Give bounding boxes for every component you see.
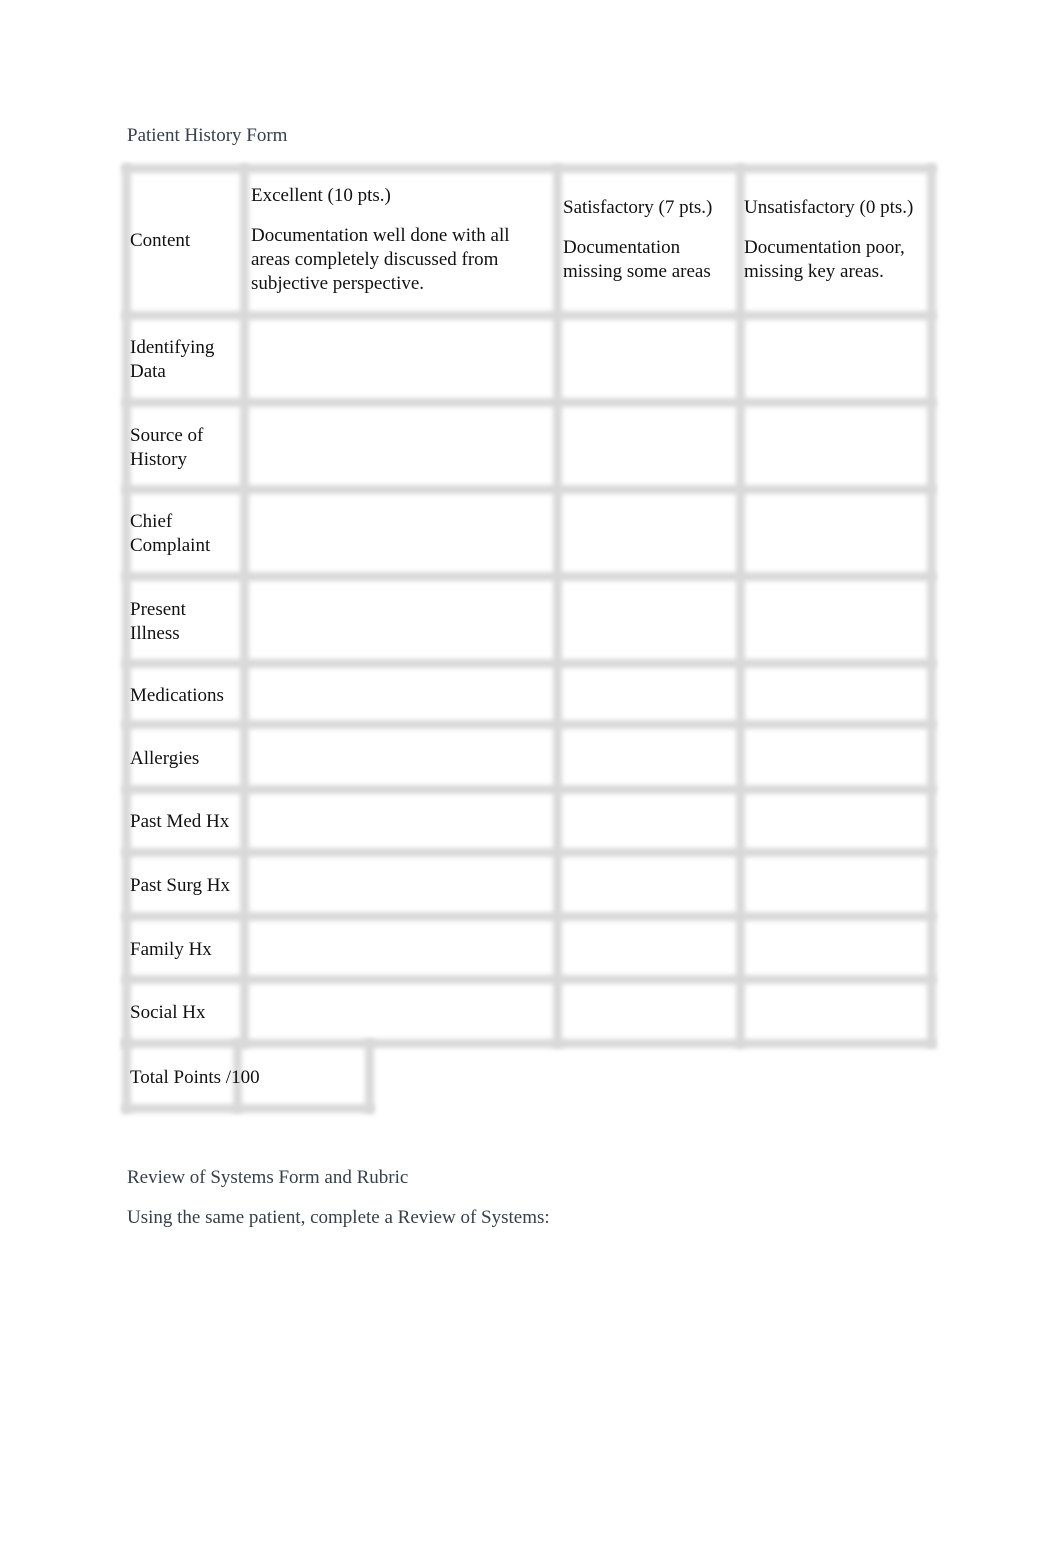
table-divider [365, 1039, 374, 1113]
total-points-label: Total Points /100 [130, 1067, 260, 1088]
total-points-value[interactable] [245, 1066, 363, 1096]
satisfactory-title: Satisfactory (7 pts.) [563, 197, 713, 218]
header-unsatisfactory: Unsatisfactory (0 pts.) Documentation po… [744, 196, 934, 284]
table-divider [736, 164, 745, 1048]
table-divider [122, 1104, 374, 1113]
row-label: Past Surg Hx [130, 875, 230, 896]
row-label: Chief Complaint [130, 511, 211, 556]
row-label: Medications [130, 685, 224, 706]
review-of-systems-instruction: Using the same patient, complete a Revie… [127, 1207, 550, 1228]
excellent-description: Documentation well done with all areas c… [251, 225, 510, 294]
table-divider [553, 164, 562, 1048]
review-of-systems-title: Review of Systems Form and Rubric [127, 1167, 409, 1188]
row-label: Allergies [130, 748, 200, 769]
row-label: Identifying Data [130, 337, 215, 382]
header-content-label: Content [130, 230, 191, 251]
patient-history-form-title: Patient History Form [127, 125, 288, 146]
table-divider [240, 164, 249, 1048]
header-excellent: Excellent (10 pts.) Documentation well d… [251, 184, 551, 296]
row-label: Present Illness [130, 599, 186, 644]
table-divider [927, 164, 936, 1048]
unsatisfactory-title: Unsatisfactory (0 pts.) [744, 197, 914, 218]
row-label: Past Med Hx [130, 811, 230, 832]
satisfactory-description: Documentation missing some areas [563, 237, 711, 282]
unsatisfactory-description: Documentation poor, missing key areas. [744, 237, 905, 282]
header-satisfactory: Satisfactory (7 pts.) Documentation miss… [563, 196, 739, 284]
row-label: Family Hx [130, 939, 212, 960]
row-label: Social Hx [130, 1002, 206, 1023]
row-label: Source of History [130, 425, 204, 470]
excellent-title: Excellent (10 pts.) [251, 185, 391, 206]
